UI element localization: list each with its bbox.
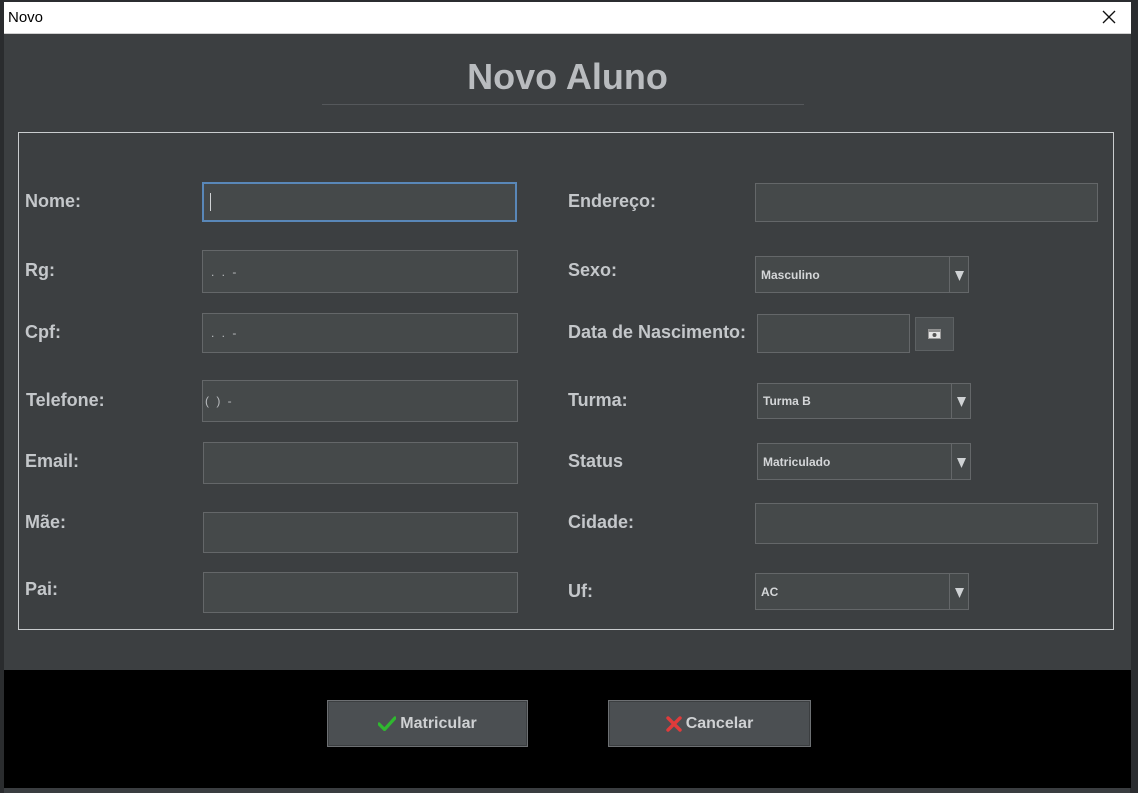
cpf-label: Cpf: xyxy=(25,322,61,342)
turma-label: Turma: xyxy=(568,390,628,410)
cpf-mask: . . - xyxy=(211,326,239,340)
dropdown-arrow-icon[interactable] xyxy=(951,384,970,418)
data-nascimento-input[interactable] xyxy=(757,314,910,353)
background-app-right-edge xyxy=(1130,0,1138,793)
telefone-mask: ( ) - xyxy=(205,394,234,408)
checkmark-icon xyxy=(378,716,397,731)
status-selected: Matriculado xyxy=(763,454,831,469)
matricular-button[interactable]: Matricular xyxy=(327,700,528,747)
uf-label: Uf: xyxy=(568,581,593,601)
nome-label: Nome: xyxy=(25,191,82,211)
title-bar: Novo xyxy=(4,2,1131,34)
status-label: Status xyxy=(568,451,624,471)
email-input[interactable] xyxy=(203,442,518,484)
sexo-label: Sexo: xyxy=(568,260,618,280)
window-title: Novo xyxy=(8,9,44,26)
button-bar: Matricular Cancelar xyxy=(4,670,1131,788)
pai-label: Pai: xyxy=(25,579,59,599)
cidade-label: Cidade: xyxy=(568,512,635,532)
endereco-label: Endereço: xyxy=(568,191,657,211)
email-label: Email: xyxy=(25,451,80,471)
turma-select[interactable]: Turma B xyxy=(757,383,971,419)
endereco-input[interactable] xyxy=(755,183,1098,222)
dropdown-arrow-icon[interactable] xyxy=(949,257,968,292)
rg-input[interactable]: . . - xyxy=(202,250,518,293)
pai-input[interactable] xyxy=(203,572,518,613)
uf-selected: AC xyxy=(761,584,779,599)
text-caret xyxy=(210,193,211,211)
telefone-label: Telefone: xyxy=(26,390,105,410)
turma-selected: Turma B xyxy=(763,394,811,408)
status-select[interactable]: Matriculado xyxy=(757,443,971,480)
close-icon xyxy=(1102,10,1116,24)
nome-input[interactable] xyxy=(202,182,517,222)
close-button[interactable] xyxy=(1097,6,1121,28)
dropdown-arrow-icon[interactable] xyxy=(951,444,970,479)
matricular-label: Matricular xyxy=(400,714,477,732)
sexo-selected: Masculino xyxy=(761,267,820,282)
data-nascimento-label: Data de Nascimento: xyxy=(568,322,747,342)
dropdown-arrow-icon[interactable] xyxy=(949,574,968,609)
rg-mask: . . - xyxy=(211,264,239,279)
sexo-select[interactable]: Masculino xyxy=(755,256,969,293)
cancelar-label: Cancelar xyxy=(685,714,754,732)
uf-select[interactable]: AC xyxy=(755,573,969,610)
title-divider xyxy=(322,104,804,105)
calendar-button[interactable] xyxy=(915,317,954,351)
rg-label: Rg: xyxy=(25,260,55,280)
page-title: Novo Aluno xyxy=(467,56,668,97)
calendar-icon xyxy=(928,329,941,339)
cross-icon xyxy=(666,715,682,732)
novo-aluno-dialog: Novo Novo Aluno Nome: Rg: . . - Cpf: . .… xyxy=(4,2,1131,788)
telefone-input[interactable]: ( ) - xyxy=(202,380,518,422)
cancelar-button[interactable]: Cancelar xyxy=(608,700,811,747)
cidade-input[interactable] xyxy=(755,503,1098,544)
mae-label: Mãe: xyxy=(25,512,67,532)
mae-input[interactable] xyxy=(203,512,518,553)
cpf-input[interactable]: . . - xyxy=(202,313,518,353)
